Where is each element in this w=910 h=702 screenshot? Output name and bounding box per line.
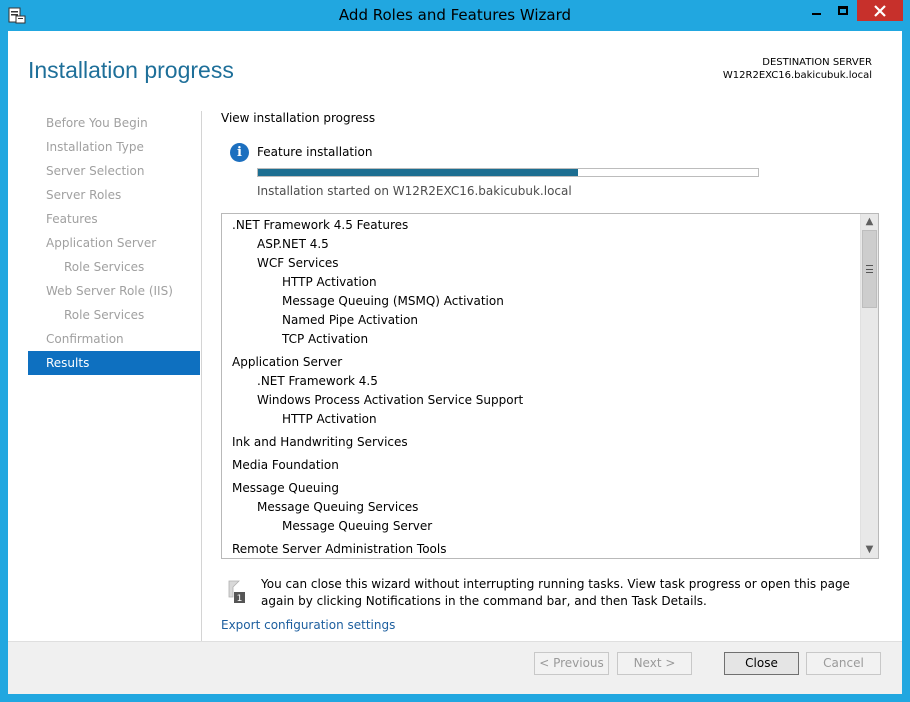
close-icon: [874, 4, 886, 17]
minimize-button[interactable]: [803, 0, 829, 21]
window-title: Add Roles and Features Wizard: [338, 6, 572, 24]
feature-item: Message Queuing Server: [282, 519, 433, 533]
destination-server-info: DESTINATION SERVER W12R2EXC16.bakicubuk.…: [723, 56, 872, 82]
vertical-scrollbar[interactable]: ▲ ▼: [860, 214, 878, 558]
next-button[interactable]: Next >: [617, 652, 692, 675]
scrollbar-thumb[interactable]: [862, 230, 877, 308]
info-icon: i: [230, 143, 249, 162]
feature-item: Named Pipe Activation: [282, 313, 419, 327]
feature-item: Application Server: [232, 355, 343, 369]
notification-flag-icon: 1: [228, 580, 245, 604]
nav-item-application-server[interactable]: Application Server: [28, 231, 200, 255]
feature-item: TCP Activation: [282, 332, 369, 346]
previous-button[interactable]: < Previous: [534, 652, 609, 675]
nav-item-confirmation[interactable]: Confirmation: [28, 327, 200, 351]
export-configuration-link[interactable]: Export configuration settings: [221, 618, 395, 632]
feature-item: ASP.NET 4.5: [257, 237, 329, 251]
feature-item: WCF Services: [257, 256, 339, 270]
feature-item: Windows Process Activation Service Suppo…: [257, 393, 524, 407]
nav-item-role-services[interactable]: Role Services: [28, 303, 200, 327]
feature-tree: .NET Framework 4.5 Features ASP.NET 4.5 WC…: [222, 214, 860, 558]
maximize-icon: [838, 6, 848, 15]
feature-item: .NET Framework 4.5: [257, 374, 378, 388]
grip-icon: [866, 265, 873, 273]
feature-installation-label: Feature installation: [257, 145, 373, 159]
feature-item: HTTP Activation: [282, 412, 377, 426]
nav-item-features[interactable]: Features: [28, 207, 200, 231]
nav-item-results[interactable]: Results: [28, 351, 200, 375]
nav-item-installation-type[interactable]: Installation Type: [28, 135, 200, 159]
installation-status: Installation started on W12R2EXC16.bakic…: [257, 184, 572, 198]
feature-item: Message Queuing: [232, 481, 340, 495]
feature-item: Ink and Handwriting Services: [232, 435, 408, 449]
wizard-window: Add Roles and Features Wizard Installati…: [0, 0, 910, 702]
notification-badge: 1: [237, 594, 243, 604]
feature-item: HTTP Activation: [282, 275, 377, 289]
wizard-nav: Before You Begin Installation Type Server …: [28, 111, 200, 375]
scroll-up-icon[interactable]: ▲: [861, 214, 878, 230]
nav-item-server-roles[interactable]: Server Roles: [28, 183, 200, 207]
nav-item-before-you-begin[interactable]: Before You Begin: [28, 111, 200, 135]
close-wizard-note: You can close this wizard without interr…: [261, 577, 850, 608]
feature-item: Message Queuing Services: [257, 500, 419, 514]
minimize-icon: [811, 12, 821, 15]
feature-list[interactable]: .NET Framework 4.5 Features ASP.NET 4.5 WC…: [221, 213, 879, 559]
feature-item: Remote Server Administration Tools: [232, 542, 447, 556]
installation-progress-bar: [257, 168, 759, 177]
window-close-button[interactable]: [857, 0, 903, 21]
section-title: View installation progress: [221, 111, 376, 125]
nav-item-role-services[interactable]: Role Services: [28, 255, 200, 279]
progress-fill: [258, 169, 578, 176]
destination-label: DESTINATION SERVER: [762, 57, 872, 68]
nav-divider: [201, 111, 202, 641]
feature-item: .NET Framework 4.5 Features: [232, 218, 409, 232]
destination-server-name: W12R2EXC16.bakicubuk.local: [722, 70, 872, 81]
cancel-button[interactable]: Cancel: [806, 652, 881, 675]
nav-item-server-selection[interactable]: Server Selection: [28, 159, 200, 183]
feature-item: Message Queuing (MSMQ) Activation: [282, 294, 504, 308]
wizard-client: Installation progress DESTINATION SERVER…: [8, 31, 902, 694]
button-bar: < Previous Next > Close Cancel: [8, 641, 902, 694]
close-button[interactable]: Close: [724, 652, 799, 675]
nav-item-web-server-role-iis[interactable]: Web Server Role (IIS): [28, 279, 200, 303]
feature-item: Media Foundation: [232, 458, 339, 472]
scroll-down-icon[interactable]: ▼: [861, 542, 878, 558]
title-bar[interactable]: Add Roles and Features Wizard: [0, 0, 910, 32]
maximize-button[interactable]: [829, 0, 857, 21]
page-title: Installation progress: [28, 57, 234, 83]
